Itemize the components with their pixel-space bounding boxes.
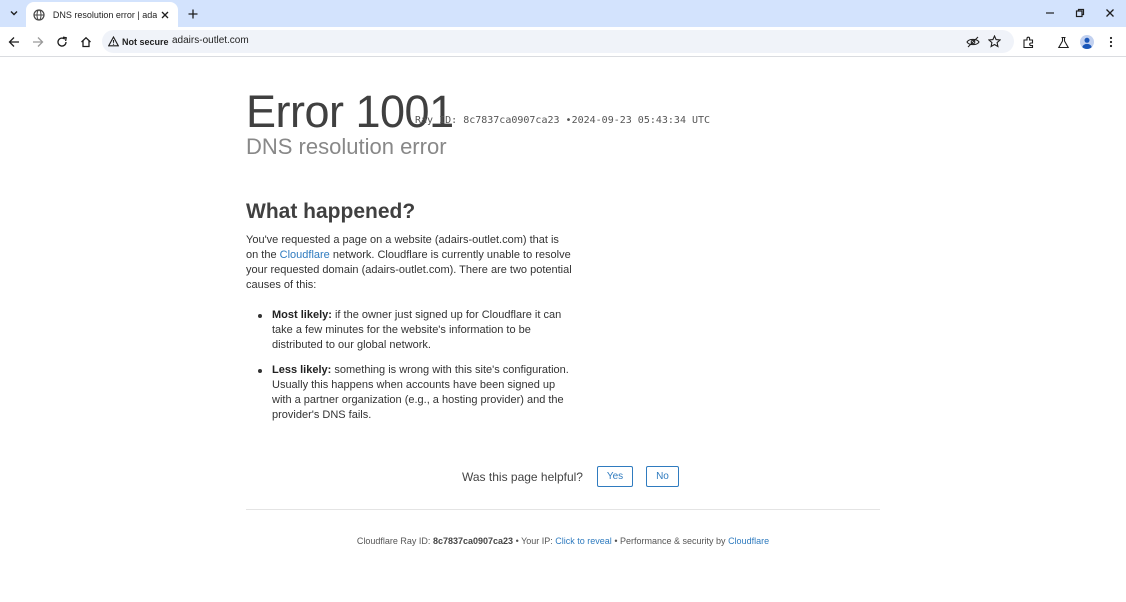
menu-icon[interactable] [1102,33,1120,51]
back-icon[interactable] [5,33,23,51]
extensions-icon[interactable] [1019,33,1037,51]
footer: Cloudflare Ray ID: 8c7837ca0907ca23 • Yo… [0,536,1126,546]
avatar [1080,35,1094,49]
footer-divider [246,509,880,510]
what-happened-heading: What happened? [246,200,416,223]
browser-tab[interactable]: DNS resolution error | adairs-outlet.com [26,2,178,27]
reveal-ip-link[interactable]: Click to reveal [555,536,612,546]
footer-separator: • [515,536,519,546]
tab-strip: DNS resolution error | adairs-outlet.com [0,0,1126,27]
cause-label: Less likely: [272,364,332,376]
forward-icon[interactable] [29,33,47,51]
timestamp: 2024-09-23 05:43:34 UTC [571,115,711,126]
feedback-question: Was this page helpful? [462,469,583,484]
warning-icon [108,36,119,47]
window-close-icon[interactable] [1101,4,1119,22]
browser-toolbar: Not secure adairs-outlet.com [0,27,1126,57]
reload-icon[interactable] [53,33,71,51]
tab-list-icon[interactable] [6,5,22,21]
footer-perf-label: Performance & security by [620,536,726,546]
labs-icon[interactable] [1054,33,1072,51]
close-icon[interactable] [159,8,172,22]
cloudflare-link[interactable]: Cloudflare [280,249,330,261]
ray-id: 8c7837ca0907ca23 [463,115,560,126]
footer-ray-label: Cloudflare Ray ID: [356,536,431,546]
cause-item: Less likely: something is wrong with thi… [258,363,572,423]
footer-ip-label: Your IP: [521,536,553,546]
cause-item: Most likely: if the owner just signed up… [258,308,572,353]
restore-icon[interactable] [1071,4,1089,22]
tab-title: DNS resolution error | adairs-outlet.com [52,9,157,20]
ray-id-line: Ray ID: 8c7837ca0907ca23 •2024-09-23 05:… [415,115,710,126]
error-title: DNS resolution error [246,134,447,159]
globe-icon [32,7,47,23]
address-bar[interactable]: Not secure adairs-outlet.com [102,30,1014,53]
explanation-paragraph: You've requested a page on a website (ad… [246,233,572,293]
footer-separator: • [614,536,618,546]
feedback-section: Was this page helpful? Yes No [462,466,692,487]
security-chip[interactable]: Not secure [108,34,169,49]
ray-prefix: Ray ID: [415,115,458,126]
feedback-yes-button[interactable]: Yes [596,466,633,487]
page-content: Error 1001 Ray ID: 8c7837ca0907ca23 •202… [0,58,1126,602]
error-code: Error 1001 [246,86,454,137]
footer-cloudflare-link[interactable]: Cloudflare [728,536,769,546]
plus-icon[interactable] [184,5,202,23]
profile-icon[interactable] [1078,33,1096,51]
url-text[interactable]: adairs-outlet.com [172,35,249,46]
minimize-icon[interactable] [1041,4,1059,22]
cause-label: Most likely: [272,309,332,321]
footer-ray-id: 8c7837ca0907ca23 [432,536,514,546]
home-icon[interactable] [77,33,95,51]
security-label: Not secure [122,36,169,47]
feedback-no-button[interactable]: No [645,466,679,487]
star-icon[interactable] [986,33,1003,50]
eye-off-icon[interactable] [964,33,981,50]
